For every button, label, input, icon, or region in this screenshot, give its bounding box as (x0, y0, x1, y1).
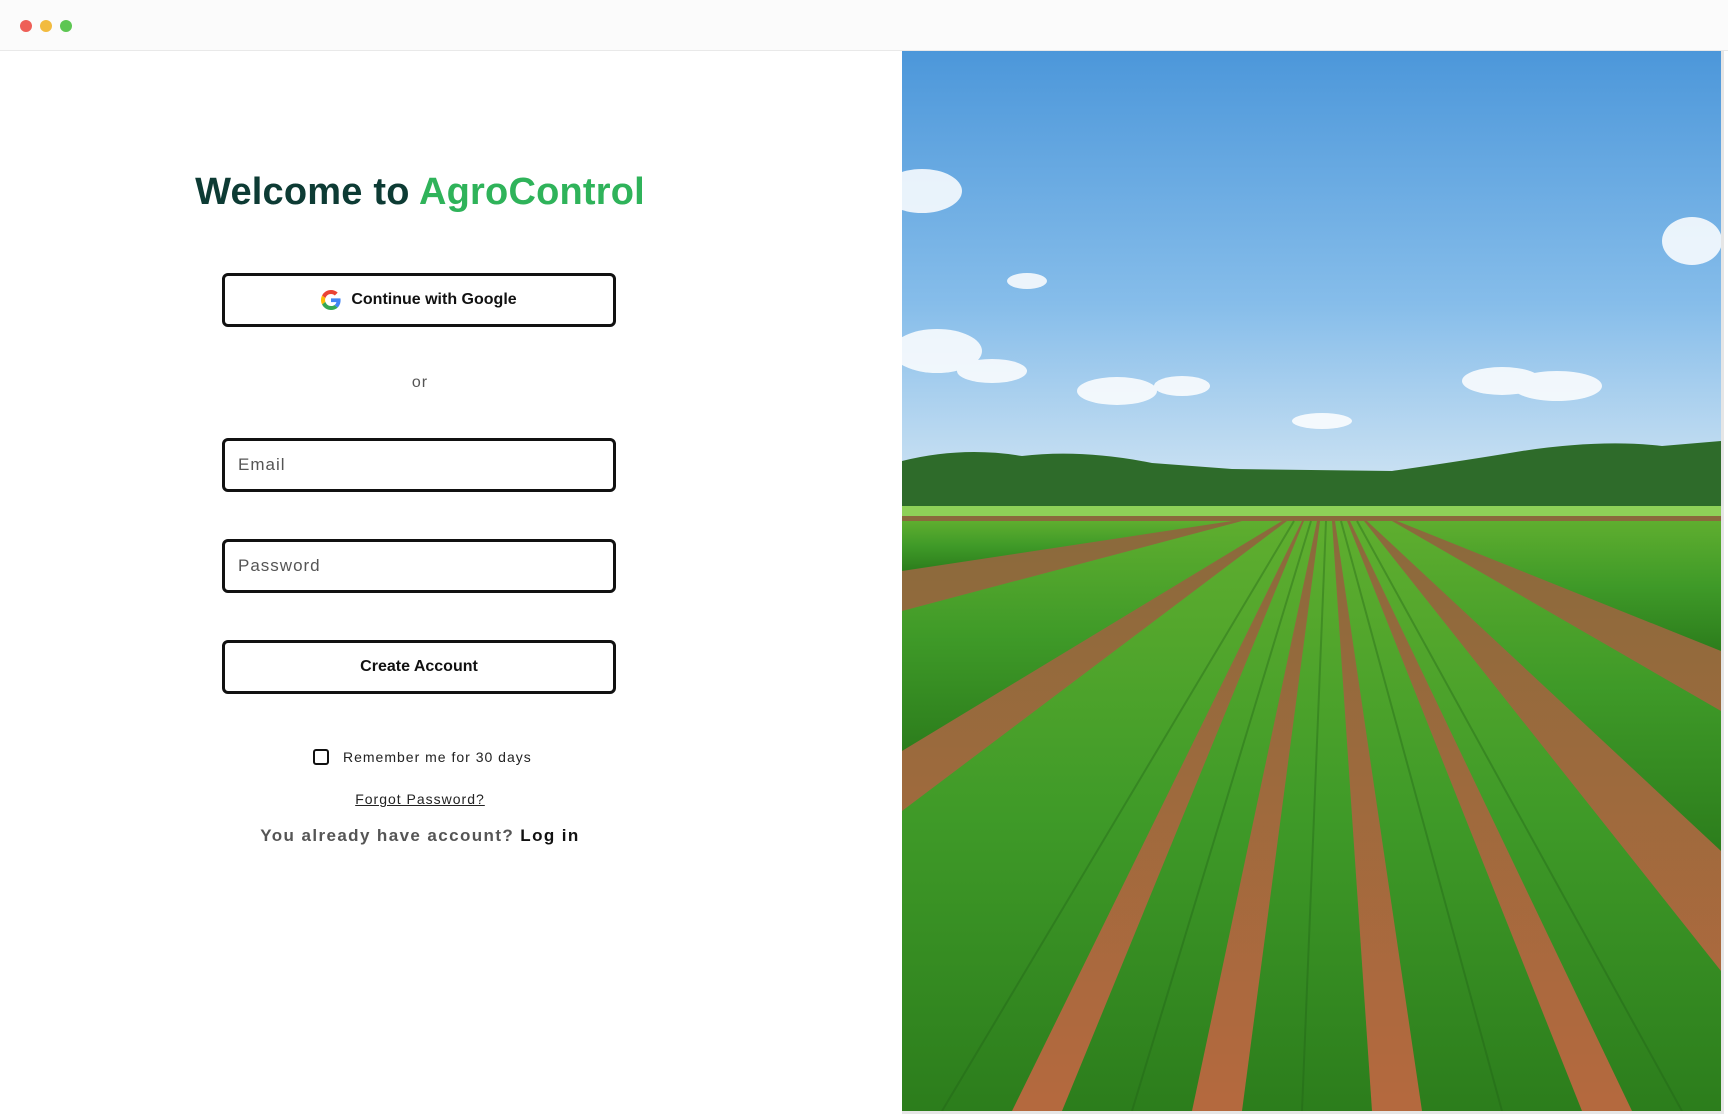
log-in-link[interactable]: Log in (520, 826, 579, 845)
page-content: Welcome to AgroControl Continue with Goo… (0, 51, 1728, 1117)
title-bar (0, 0, 1728, 51)
google-button-label: Continue with Google (351, 291, 517, 308)
remember-me-label: Remember me for 30 days (343, 749, 532, 765)
app-window: Welcome to AgroControl Continue with Goo… (0, 0, 1728, 1117)
maximize-window-button[interactable] (60, 20, 72, 32)
password-input[interactable] (225, 542, 613, 590)
email-input[interactable] (225, 441, 613, 489)
brand-name: AgroControl (418, 171, 645, 213)
google-icon (321, 290, 341, 310)
password-field[interactable] (222, 539, 616, 593)
continue-with-google-button[interactable]: Continue with Google (222, 273, 616, 327)
create-account-button[interactable]: Create Account (222, 640, 616, 694)
farm-field-photo (902, 51, 1724, 1114)
remember-me-checkbox[interactable] (313, 749, 329, 765)
or-divider: or (411, 374, 429, 391)
minimize-window-button[interactable] (40, 20, 52, 32)
login-prompt-text: You already have account? (260, 826, 515, 845)
page-title: Welcome to AgroControl (0, 171, 840, 214)
signup-form-pane: Welcome to AgroControl Continue with Goo… (0, 51, 902, 1117)
login-prompt: You already have account? Log in (0, 826, 840, 846)
title-prefix: Welcome to (195, 171, 410, 213)
remember-me-row: Remember me for 30 days (313, 749, 532, 765)
email-field[interactable] (222, 438, 616, 492)
close-window-button[interactable] (20, 20, 32, 32)
forgot-password-link[interactable]: Forgot Password? (0, 791, 840, 807)
